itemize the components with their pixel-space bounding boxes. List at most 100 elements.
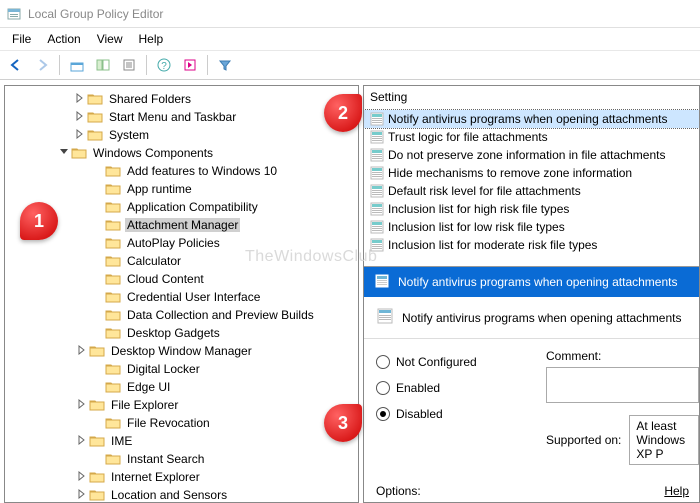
tree-item[interactable]: Application Compatibility	[5, 198, 358, 216]
settings-pane[interactable]: Setting Notify antivirus programs when o…	[363, 85, 700, 503]
tree-item[interactable]: File Explorer	[5, 396, 358, 414]
export-button[interactable]	[117, 53, 141, 77]
setting-item[interactable]: Inclusion list for high risk file types	[364, 200, 699, 218]
tree-item[interactable]: Internet Explorer	[5, 468, 358, 486]
setting-item[interactable]: Default risk level for file attachments	[364, 182, 699, 200]
tree-item[interactable]: AutoPlay Policies	[5, 234, 358, 252]
radio-icon	[376, 407, 390, 421]
radio-not-configured[interactable]: Not Configured	[376, 349, 546, 375]
radio-icon	[376, 355, 390, 369]
expand-icon[interactable]	[73, 128, 87, 142]
settings-column-header[interactable]: Setting	[364, 86, 699, 110]
help-link[interactable]: Help	[664, 484, 689, 498]
radio-disabled[interactable]: Disabled	[376, 401, 546, 427]
tree-item[interactable]: Shared Folders	[5, 90, 358, 108]
tree-item[interactable]: Add features to Windows 10	[5, 162, 358, 180]
forward-button[interactable]	[30, 53, 54, 77]
tree-item[interactable]: System	[5, 126, 358, 144]
refresh-button[interactable]	[178, 53, 202, 77]
menu-action[interactable]: Action	[39, 30, 88, 48]
title-bar: Local Group Policy Editor	[0, 0, 700, 28]
help-button[interactable]: ?	[152, 53, 176, 77]
tree-item-label: Location and Sensors	[109, 488, 229, 502]
supported-label: Supported on:	[546, 433, 621, 447]
tree-item[interactable]: Digital Locker	[5, 360, 358, 378]
tree-item-label: Shared Folders	[107, 92, 193, 106]
setting-item[interactable]: Notify antivirus programs when opening a…	[364, 110, 699, 128]
dialog-titlebar[interactable]: Notify antivirus programs when opening a…	[364, 267, 699, 297]
tree-item[interactable]: Desktop Window Manager	[5, 342, 358, 360]
policy-tree: Shared Folders Start Menu and Taskbar Syst…	[5, 90, 358, 503]
folder-icon	[105, 380, 121, 394]
tree-item[interactable]: IME	[5, 432, 358, 450]
radio-enabled[interactable]: Enabled	[376, 375, 546, 401]
tree-item-label: Attachment Manager	[125, 218, 240, 232]
expand-icon[interactable]	[75, 434, 89, 448]
expand-icon[interactable]	[75, 398, 89, 412]
tree-item-label: System	[107, 128, 151, 142]
tree-item-label: Application Compatibility	[125, 200, 260, 214]
show-tree-button[interactable]	[91, 53, 115, 77]
tree-item-label: Add features to Windows 10	[125, 164, 279, 178]
comment-field[interactable]	[546, 367, 699, 403]
tree-item-label: File Revocation	[125, 416, 212, 430]
setting-label: Hide mechanisms to remove zone informati…	[388, 166, 632, 180]
radio-label: Not Configured	[396, 355, 477, 369]
expand-icon[interactable]	[75, 488, 89, 502]
tree-item[interactable]: Data Collection and Preview Builds	[5, 306, 358, 324]
tree-item-label: Internet Explorer	[109, 470, 202, 484]
tree-item[interactable]: App runtime	[5, 180, 358, 198]
options-label: Options:	[376, 484, 421, 498]
folder-icon	[89, 434, 105, 448]
tree-item-label: Desktop Window Manager	[109, 344, 254, 358]
tree-item[interactable]: Location and Sensors	[5, 486, 358, 503]
menu-view[interactable]: View	[89, 30, 131, 48]
back-button[interactable]	[4, 53, 28, 77]
tree-item-label: File Explorer	[109, 398, 180, 412]
tree-item-label: Digital Locker	[125, 362, 202, 376]
setting-item[interactable]: Do not preserve zone information in file…	[364, 146, 699, 164]
tree-item[interactable]: Cloud Content	[5, 270, 358, 288]
tree-item[interactable]: Edge UI	[5, 378, 358, 396]
tree-item[interactable]: Calculator	[5, 252, 358, 270]
folder-icon	[105, 164, 121, 178]
folder-icon	[89, 488, 105, 502]
tree-item[interactable]: Instant Search	[5, 450, 358, 468]
expand-icon[interactable]	[73, 110, 87, 124]
expand-icon[interactable]	[75, 344, 89, 358]
setting-item[interactable]: Inclusion list for low risk file types	[364, 218, 699, 236]
tree-item-label: IME	[109, 434, 134, 448]
tree-item[interactable]: Desktop Gadgets	[5, 324, 358, 342]
toolbar: ?	[0, 50, 700, 80]
folder-icon	[71, 146, 87, 160]
setting-item[interactable]: Inclusion list for moderate risk file ty…	[364, 236, 699, 254]
supported-value: At least Windows XP P	[629, 415, 699, 465]
tree-item-label: App runtime	[125, 182, 194, 196]
setting-item[interactable]: Trust logic for file attachments	[364, 128, 699, 146]
tree-pane[interactable]: Shared Folders Start Menu and Taskbar Syst…	[4, 85, 359, 503]
menu-help[interactable]: Help	[131, 30, 172, 48]
policy-icon	[370, 112, 384, 126]
expand-icon[interactable]	[73, 92, 87, 106]
menu-bar: File Action View Help	[0, 28, 700, 50]
policy-icon	[370, 166, 384, 180]
setting-label: Trust logic for file attachments	[388, 130, 548, 144]
tree-item[interactable]: File Revocation	[5, 414, 358, 432]
folder-icon	[87, 92, 103, 106]
expand-icon[interactable]	[75, 470, 89, 484]
folder-icon	[105, 200, 121, 214]
tree-item[interactable]: Windows Components	[5, 144, 358, 162]
collapse-icon[interactable]	[57, 146, 71, 160]
tree-item[interactable]: Credential User Interface	[5, 288, 358, 306]
filter-button[interactable]	[213, 53, 237, 77]
setting-label: Inclusion list for moderate risk file ty…	[388, 238, 597, 252]
setting-item[interactable]: Hide mechanisms to remove zone informati…	[364, 164, 699, 182]
menu-file[interactable]: File	[4, 30, 39, 48]
dialog-heading: Notify antivirus programs when opening a…	[402, 311, 681, 325]
dialog-heading-icon	[376, 307, 394, 328]
folder-icon	[89, 344, 105, 358]
tree-item-label: Calculator	[125, 254, 183, 268]
tree-item[interactable]: Start Menu and Taskbar	[5, 108, 358, 126]
up-button[interactable]	[65, 53, 89, 77]
dialog-icon	[374, 273, 390, 292]
